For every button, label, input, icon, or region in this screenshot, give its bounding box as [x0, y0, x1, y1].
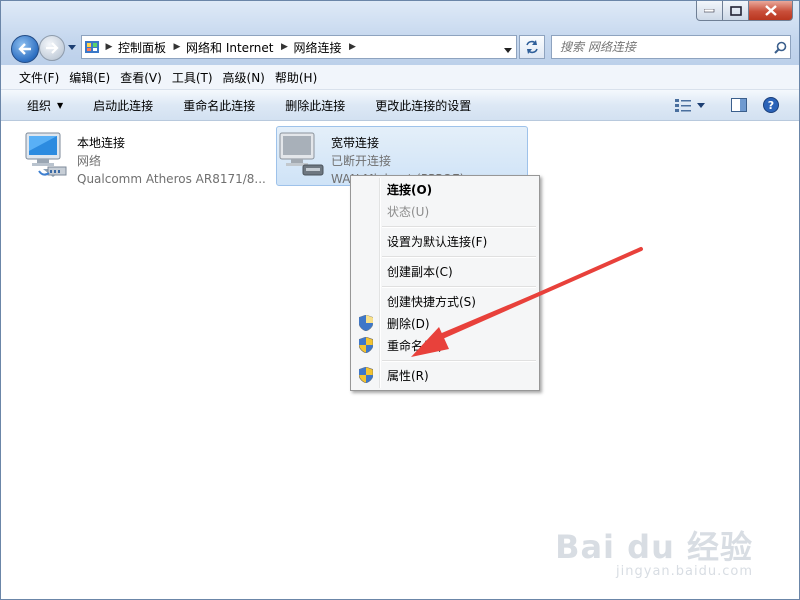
- address-bar[interactable]: ▶ 控制面板 ▶ 网络和 Internet ▶ 网络连接 ▶: [81, 35, 517, 59]
- back-button[interactable]: [11, 35, 39, 63]
- refresh-button[interactable]: [519, 35, 545, 59]
- connection-item-local[interactable]: 本地连接 网络 Qualcomm Atheros AR8171/8...: [23, 127, 273, 188]
- caption-buttons: [696, 1, 793, 21]
- close-button[interactable]: [749, 1, 793, 21]
- connection-item-text: 本地连接 网络 Qualcomm Atheros AR8171/8...: [77, 127, 266, 188]
- menu-item-delete[interactable]: 删除(D): [353, 312, 537, 334]
- view-options-icon: [675, 99, 691, 112]
- title-bar: ▶ 控制面板 ▶ 网络和 Internet ▶ 网络连接 ▶: [1, 1, 799, 65]
- organize-button[interactable]: 组织 ▼: [1, 90, 77, 120]
- menu-item-create-shortcut[interactable]: 创建快捷方式(S): [353, 290, 537, 312]
- forward-button[interactable]: [39, 35, 65, 61]
- back-arrow-icon: [18, 43, 31, 55]
- menu-help[interactable]: 帮助(H): [257, 69, 322, 86]
- help-icon: ?: [763, 97, 779, 113]
- help-button[interactable]: ?: [763, 90, 799, 120]
- refresh-icon: [526, 40, 538, 54]
- maximize-icon: [729, 5, 742, 16]
- recent-pages-dropdown[interactable]: [67, 41, 77, 53]
- uac-shield-icon: [353, 337, 379, 353]
- command-bar: 组织 ▼ 启动此连接 重命名此连接 删除此连接 更改此连接的设置 ?: [1, 90, 799, 121]
- menu-separator: [382, 226, 536, 228]
- broadband-adapter-icon: [277, 127, 331, 185]
- watermark-brand: Bai du 经验: [555, 528, 753, 566]
- connection-status: 网络: [77, 154, 102, 168]
- minimize-icon: [704, 8, 715, 12]
- change-view-button[interactable]: [669, 90, 697, 120]
- baidu-jingyan-watermark: Bai du 经验 jingyan.baidu.com: [555, 522, 753, 579]
- forward-arrow-icon: [46, 42, 59, 54]
- menu-item-connect[interactable]: 连接(O): [353, 178, 537, 200]
- menu-separator: [382, 286, 536, 288]
- explorer-window: ▶ 控制面板 ▶ 网络和 Internet ▶ 网络连接 ▶ 搜索 网络连接 文…: [0, 0, 800, 600]
- control-panel-icon: [82, 36, 102, 58]
- search-icon[interactable]: [770, 41, 790, 54]
- close-icon: [764, 5, 777, 16]
- breadcrumb-control-panel[interactable]: 控制面板 ▶: [116, 36, 184, 58]
- preview-pane-button[interactable]: [715, 90, 763, 120]
- menu-item-properties[interactable]: 属性(R): [353, 364, 537, 386]
- menu-item-set-default[interactable]: 设置为默认连接(F): [353, 230, 537, 252]
- rename-connection-button[interactable]: 重命名此连接: [167, 90, 269, 120]
- chevron-down-icon: [697, 102, 705, 108]
- enable-connection-button[interactable]: 启动此连接: [77, 90, 167, 120]
- connection-device: Qualcomm Atheros AR8171/8...: [77, 172, 266, 186]
- breadcrumb-network-internet[interactable]: 网络和 Internet ▶: [184, 36, 291, 58]
- connection-name: 本地连接: [77, 136, 126, 150]
- search-box[interactable]: [551, 35, 791, 59]
- search-input[interactable]: [552, 37, 770, 57]
- chevron-down-icon: [68, 44, 76, 50]
- toolbar-right-group: ?: [669, 90, 799, 120]
- menu-item-create-copy[interactable]: 创建副本(C): [353, 260, 537, 282]
- uac-shield-icon: [353, 367, 379, 383]
- network-adapter-icon: [23, 127, 77, 185]
- view-dropdown[interactable]: [697, 90, 715, 120]
- menu-separator: [382, 256, 536, 258]
- minimize-button[interactable]: [696, 1, 723, 21]
- chevron-down-icon: ▼: [57, 100, 64, 110]
- menu-item-rename[interactable]: 重命名(M): [353, 334, 537, 356]
- connection-status: 已断开连接: [331, 154, 392, 168]
- context-menu: 连接(O) 状态(U) 设置为默认连接(F) 创建副本(C) 创建快捷方式(S)…: [350, 175, 540, 391]
- menu-item-status: 状态(U): [387, 204, 430, 219]
- address-history-dropdown[interactable]: [504, 42, 512, 56]
- chevron-down-icon: [504, 48, 512, 53]
- menu-separator: [382, 360, 536, 362]
- preview-pane-icon: [731, 98, 747, 112]
- uac-shield-icon: [353, 315, 379, 331]
- svg-text:?: ?: [768, 99, 774, 112]
- breadcrumb-network-connections[interactable]: 网络连接 ▶: [291, 36, 359, 58]
- delete-connection-button[interactable]: 删除此连接: [269, 90, 359, 120]
- breadcrumb-root-separator[interactable]: ▶: [102, 36, 116, 58]
- connection-name: 宽带连接: [331, 136, 380, 150]
- maximize-button[interactable]: [723, 1, 749, 21]
- change-settings-button[interactable]: 更改此连接的设置: [359, 90, 485, 120]
- menu-bar: 文件(F) 编辑(E) 查看(V) 工具(T) 高级(N) 帮助(H): [1, 65, 799, 90]
